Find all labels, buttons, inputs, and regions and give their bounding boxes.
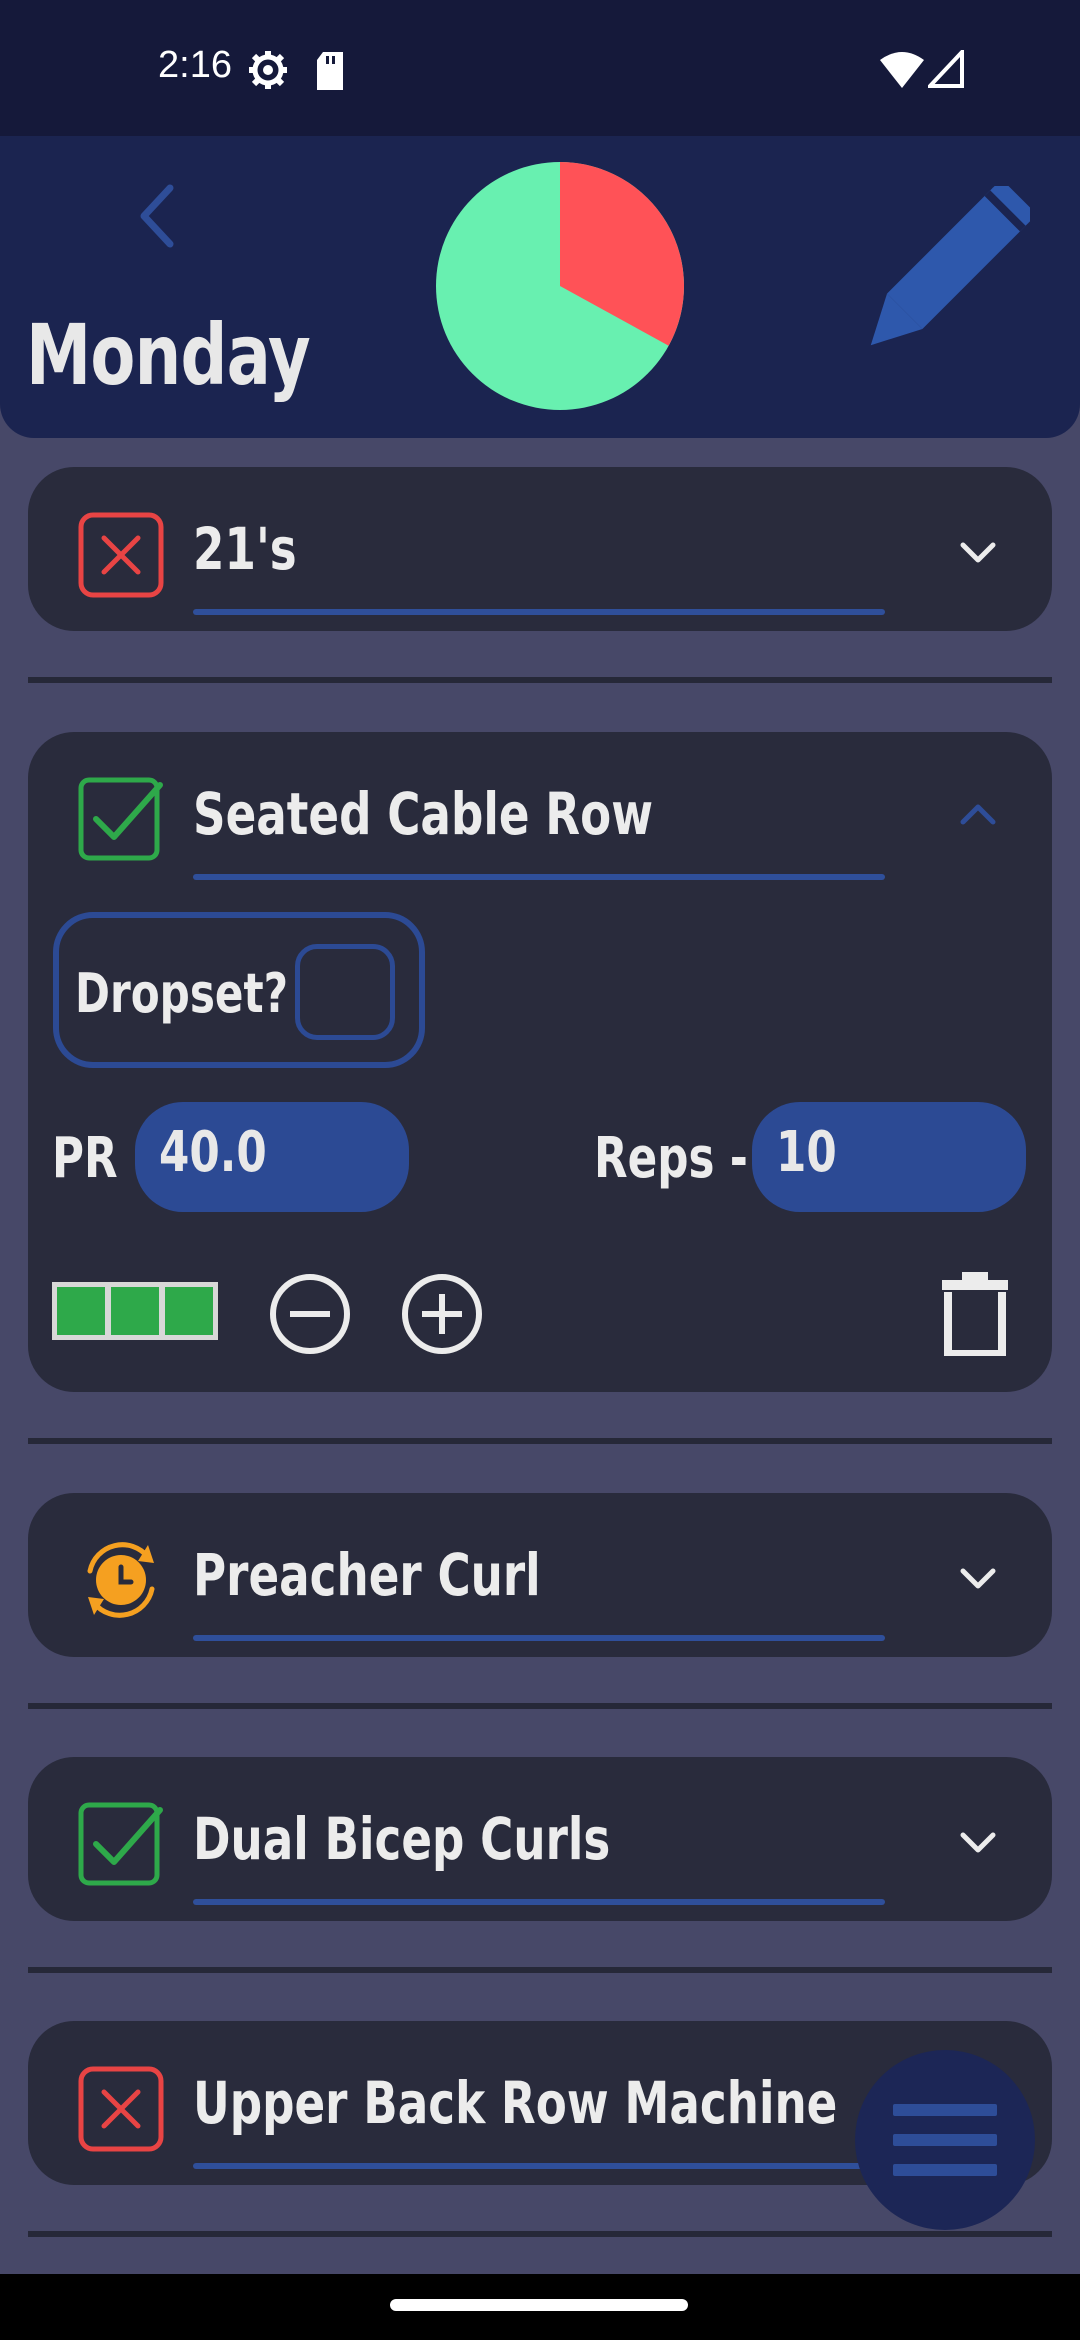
reps-label: Reps - — [594, 1126, 748, 1191]
exercise-name: Dual Bicep Curls — [193, 1805, 611, 1873]
exercise-card-expanded[interactable]: Seated Cable Row Dropset? PR 40.0 Reps -… — [28, 732, 1052, 1392]
divider — [28, 1967, 1052, 1973]
exercise-name: 21's — [193, 515, 297, 583]
status-time: 2:16 — [158, 44, 232, 86]
header: Monday — [0, 136, 1080, 438]
signal-icon — [928, 50, 964, 88]
name-underline — [193, 609, 885, 615]
menu-fab-button[interactable] — [855, 2050, 1035, 2230]
trash-icon[interactable] — [940, 1270, 1010, 1356]
divider — [28, 1438, 1052, 1444]
pr-value: 40.0 — [159, 1120, 267, 1185]
dropset-checkbox[interactable] — [295, 944, 395, 1040]
wifi-icon — [880, 52, 924, 88]
divider — [28, 1703, 1052, 1709]
exercise-card[interactable]: Dual Bicep Curls — [28, 1757, 1052, 1921]
home-gesture-handle[interactable] — [390, 2299, 688, 2311]
status-bar: 2:16 — [0, 0, 1080, 136]
set-indicator — [111, 1287, 159, 1335]
minus-circle-icon[interactable] — [268, 1272, 352, 1356]
check-box-icon[interactable] — [78, 1802, 164, 1888]
divider — [28, 677, 1052, 683]
exercise-name: Seated Cable Row — [193, 780, 654, 848]
system-nav-bar — [0, 2274, 1080, 2340]
exercise-card[interactable]: Preacher Curl — [28, 1493, 1052, 1657]
chevron-up-icon[interactable] — [953, 796, 1003, 832]
chevron-left-icon[interactable] — [128, 176, 188, 256]
reps-value: 10 — [776, 1120, 837, 1185]
chevron-down-icon[interactable] — [953, 1825, 1003, 1861]
set-indicator — [57, 1287, 105, 1335]
name-underline — [193, 1635, 885, 1641]
name-underline — [193, 2163, 885, 2169]
pr-input[interactable]: 40.0 — [135, 1102, 409, 1212]
chevron-down-icon[interactable] — [953, 535, 1003, 571]
pencil-icon[interactable] — [860, 186, 1030, 356]
reps-input[interactable]: 10 — [752, 1102, 1026, 1212]
exercise-name: Preacher Curl — [193, 1541, 541, 1609]
name-underline — [193, 874, 885, 880]
chevron-down-icon[interactable] — [953, 1561, 1003, 1597]
x-box-icon[interactable] — [78, 2066, 164, 2152]
page-title: Monday — [26, 306, 311, 404]
sets-progress — [52, 1282, 218, 1340]
exercise-name: Upper Back Row Machine — [193, 2069, 838, 2137]
name-underline — [193, 1899, 885, 1905]
timer-sync-icon[interactable] — [78, 1535, 164, 1621]
set-indicator — [165, 1287, 213, 1335]
sd-card-icon — [317, 52, 343, 90]
pr-label: PR — [52, 1126, 118, 1191]
dropset-toggle[interactable]: Dropset? — [53, 912, 425, 1068]
dropset-label: Dropset? — [75, 962, 289, 1025]
progress-pie-chart — [436, 162, 684, 410]
divider — [28, 2231, 1052, 2237]
x-box-icon[interactable] — [78, 512, 164, 598]
plus-circle-icon[interactable] — [400, 1272, 484, 1356]
exercise-card[interactable]: 21's — [28, 467, 1052, 631]
settings-icon — [249, 51, 287, 89]
check-box-icon[interactable] — [78, 777, 164, 863]
